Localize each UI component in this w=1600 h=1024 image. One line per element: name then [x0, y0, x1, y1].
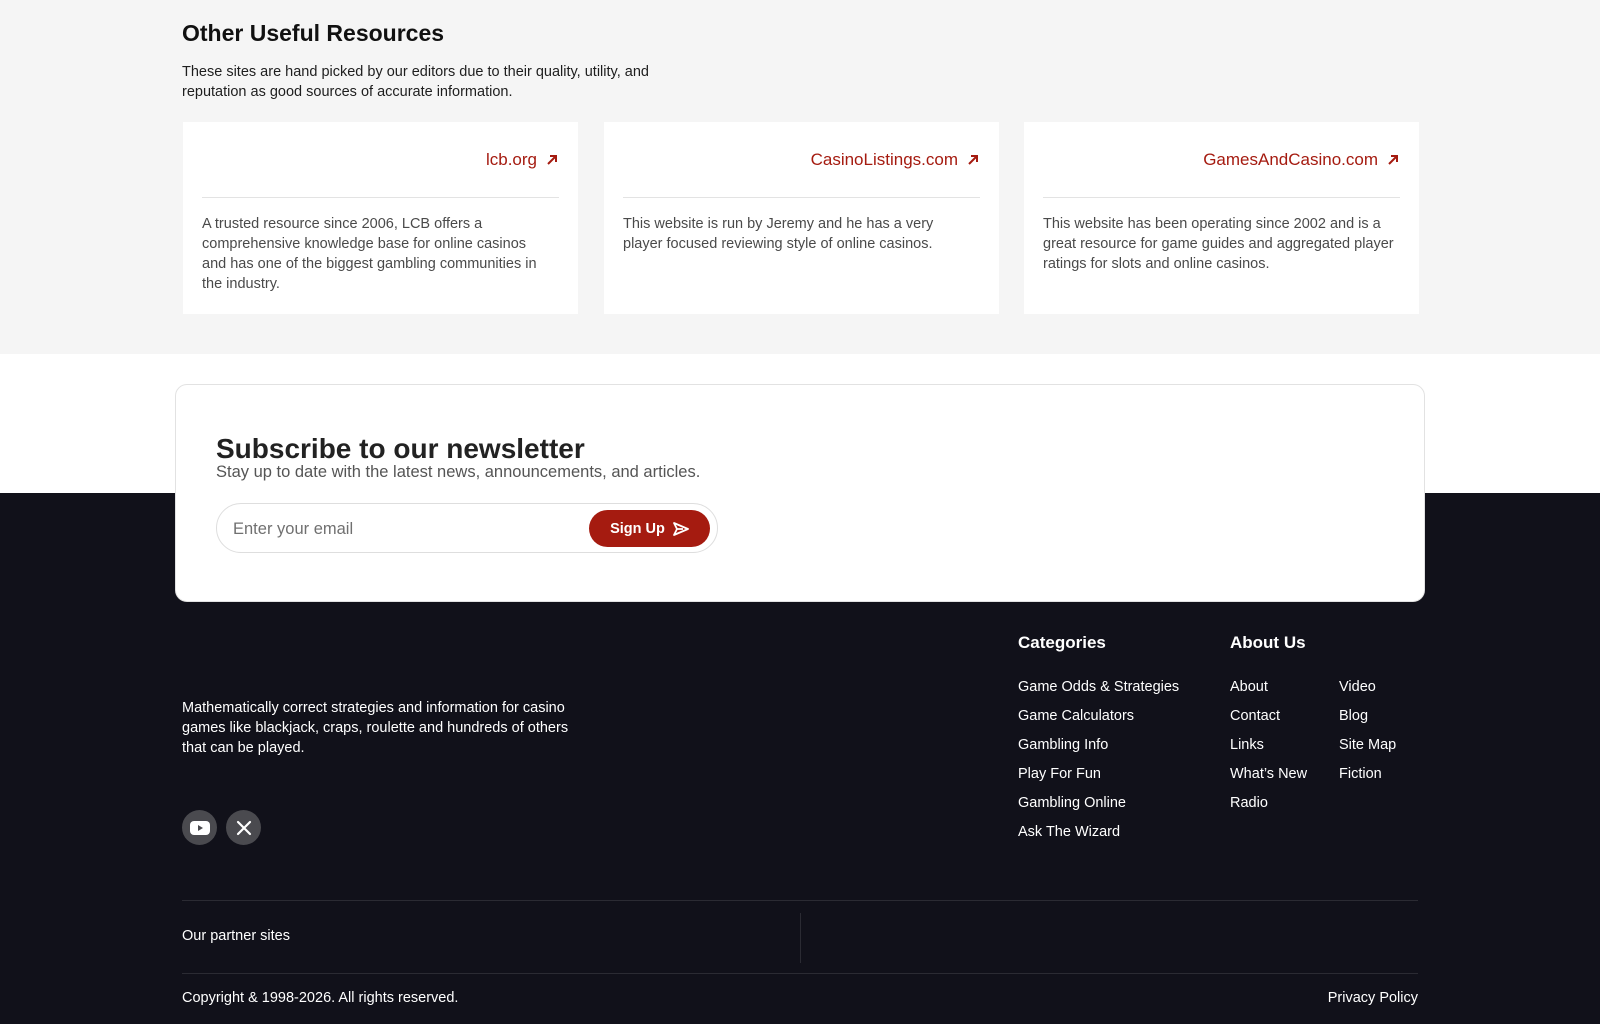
youtube-link[interactable] — [182, 810, 217, 845]
footer-link-blog[interactable]: Blog — [1339, 708, 1368, 724]
x-icon — [236, 820, 251, 835]
categories-title: Categories — [1018, 633, 1106, 652]
footer-divider-vertical — [800, 913, 801, 963]
resources-title: Other Useful Resources — [182, 20, 445, 46]
footer-link-game-calculators[interactable]: Game Calculators — [1018, 708, 1134, 724]
external-arrow-icon — [968, 155, 978, 165]
resource-link-gamesandcasino[interactable]: GamesAndCasino.com — [1203, 150, 1400, 170]
footer-link-game-odds[interactable]: Game Odds & Strategies — [1018, 679, 1179, 695]
footer-link-fiction[interactable]: Fiction — [1339, 766, 1382, 782]
resource-description: This website has been operating since 20… — [1043, 216, 1394, 272]
footer-link-contact[interactable]: Contact — [1230, 708, 1280, 724]
footer-link-play-for-fun[interactable]: Play For Fun — [1018, 766, 1101, 782]
footer-link-radio[interactable]: Radio — [1230, 795, 1268, 811]
sign-up-button[interactable]: Sign Up — [589, 510, 710, 547]
partner-sites-label: Our partner sites — [182, 928, 290, 944]
about-us-title: About Us — [1230, 633, 1306, 652]
footer-link-whats-new[interactable]: What’s New — [1230, 766, 1307, 782]
newsletter-subtitle: Stay up to date with the latest news, an… — [216, 463, 701, 481]
card-divider — [623, 197, 980, 198]
resource-link-label: GamesAndCasino.com — [1203, 150, 1378, 169]
send-icon — [672, 521, 689, 536]
footer-link-video[interactable]: Video — [1339, 679, 1376, 695]
resource-card-lcb: lcb.org A trusted resource since 2006, L… — [183, 122, 578, 314]
newsletter-title: Subscribe to our newsletter — [216, 433, 585, 464]
resource-link-casinolistings[interactable]: CasinoListings.com — [811, 150, 980, 170]
copyright-text: Copyright & 1998-2026. All rights reserv… — [182, 990, 459, 1006]
resource-description: This website is run by Jeremy and he has… — [623, 216, 934, 252]
resources-subtitle: These sites are hand picked by our edito… — [182, 64, 649, 100]
resource-link-label: CasinoListings.com — [810, 150, 958, 169]
footer-link-links[interactable]: Links — [1230, 737, 1264, 753]
privacy-policy-link[interactable]: Privacy Policy — [1328, 990, 1418, 1006]
newsletter-card: Subscribe to our newsletter Stay up to d… — [175, 384, 1425, 602]
resource-link-lcb[interactable]: lcb.org — [486, 150, 559, 170]
footer-link-site-map[interactable]: Site Map — [1339, 737, 1396, 753]
external-arrow-icon — [1388, 155, 1398, 165]
footer-divider — [182, 973, 1418, 974]
resource-description: A trusted resource since 2006, LCB offer… — [202, 216, 537, 292]
footer-divider — [182, 900, 1418, 901]
card-divider — [202, 197, 559, 198]
resource-card-gamesandcasino: GamesAndCasino.com This website has been… — [1024, 122, 1419, 314]
footer-link-ask-the-wizard[interactable]: Ask The Wizard — [1018, 824, 1120, 840]
footer-description: Mathematically correct strategies and in… — [182, 700, 569, 756]
footer-link-about[interactable]: About — [1230, 679, 1268, 695]
youtube-icon — [189, 820, 210, 835]
resource-card-casinolistings: CasinoListings.com This website is run b… — [604, 122, 999, 314]
card-divider — [1043, 197, 1400, 198]
footer-link-gambling-online[interactable]: Gambling Online — [1018, 795, 1126, 811]
newsletter-form: Sign Up — [216, 503, 718, 553]
sign-up-label: Sign Up — [610, 520, 665, 537]
footer-link-gambling-info[interactable]: Gambling Info — [1018, 737, 1108, 753]
resources-section: Other Useful Resources These sites are h… — [0, 0, 1600, 354]
x-link[interactable] — [226, 810, 261, 845]
email-input[interactable] — [233, 516, 573, 542]
external-arrow-icon — [547, 155, 557, 165]
resource-link-label: lcb.org — [485, 150, 537, 169]
